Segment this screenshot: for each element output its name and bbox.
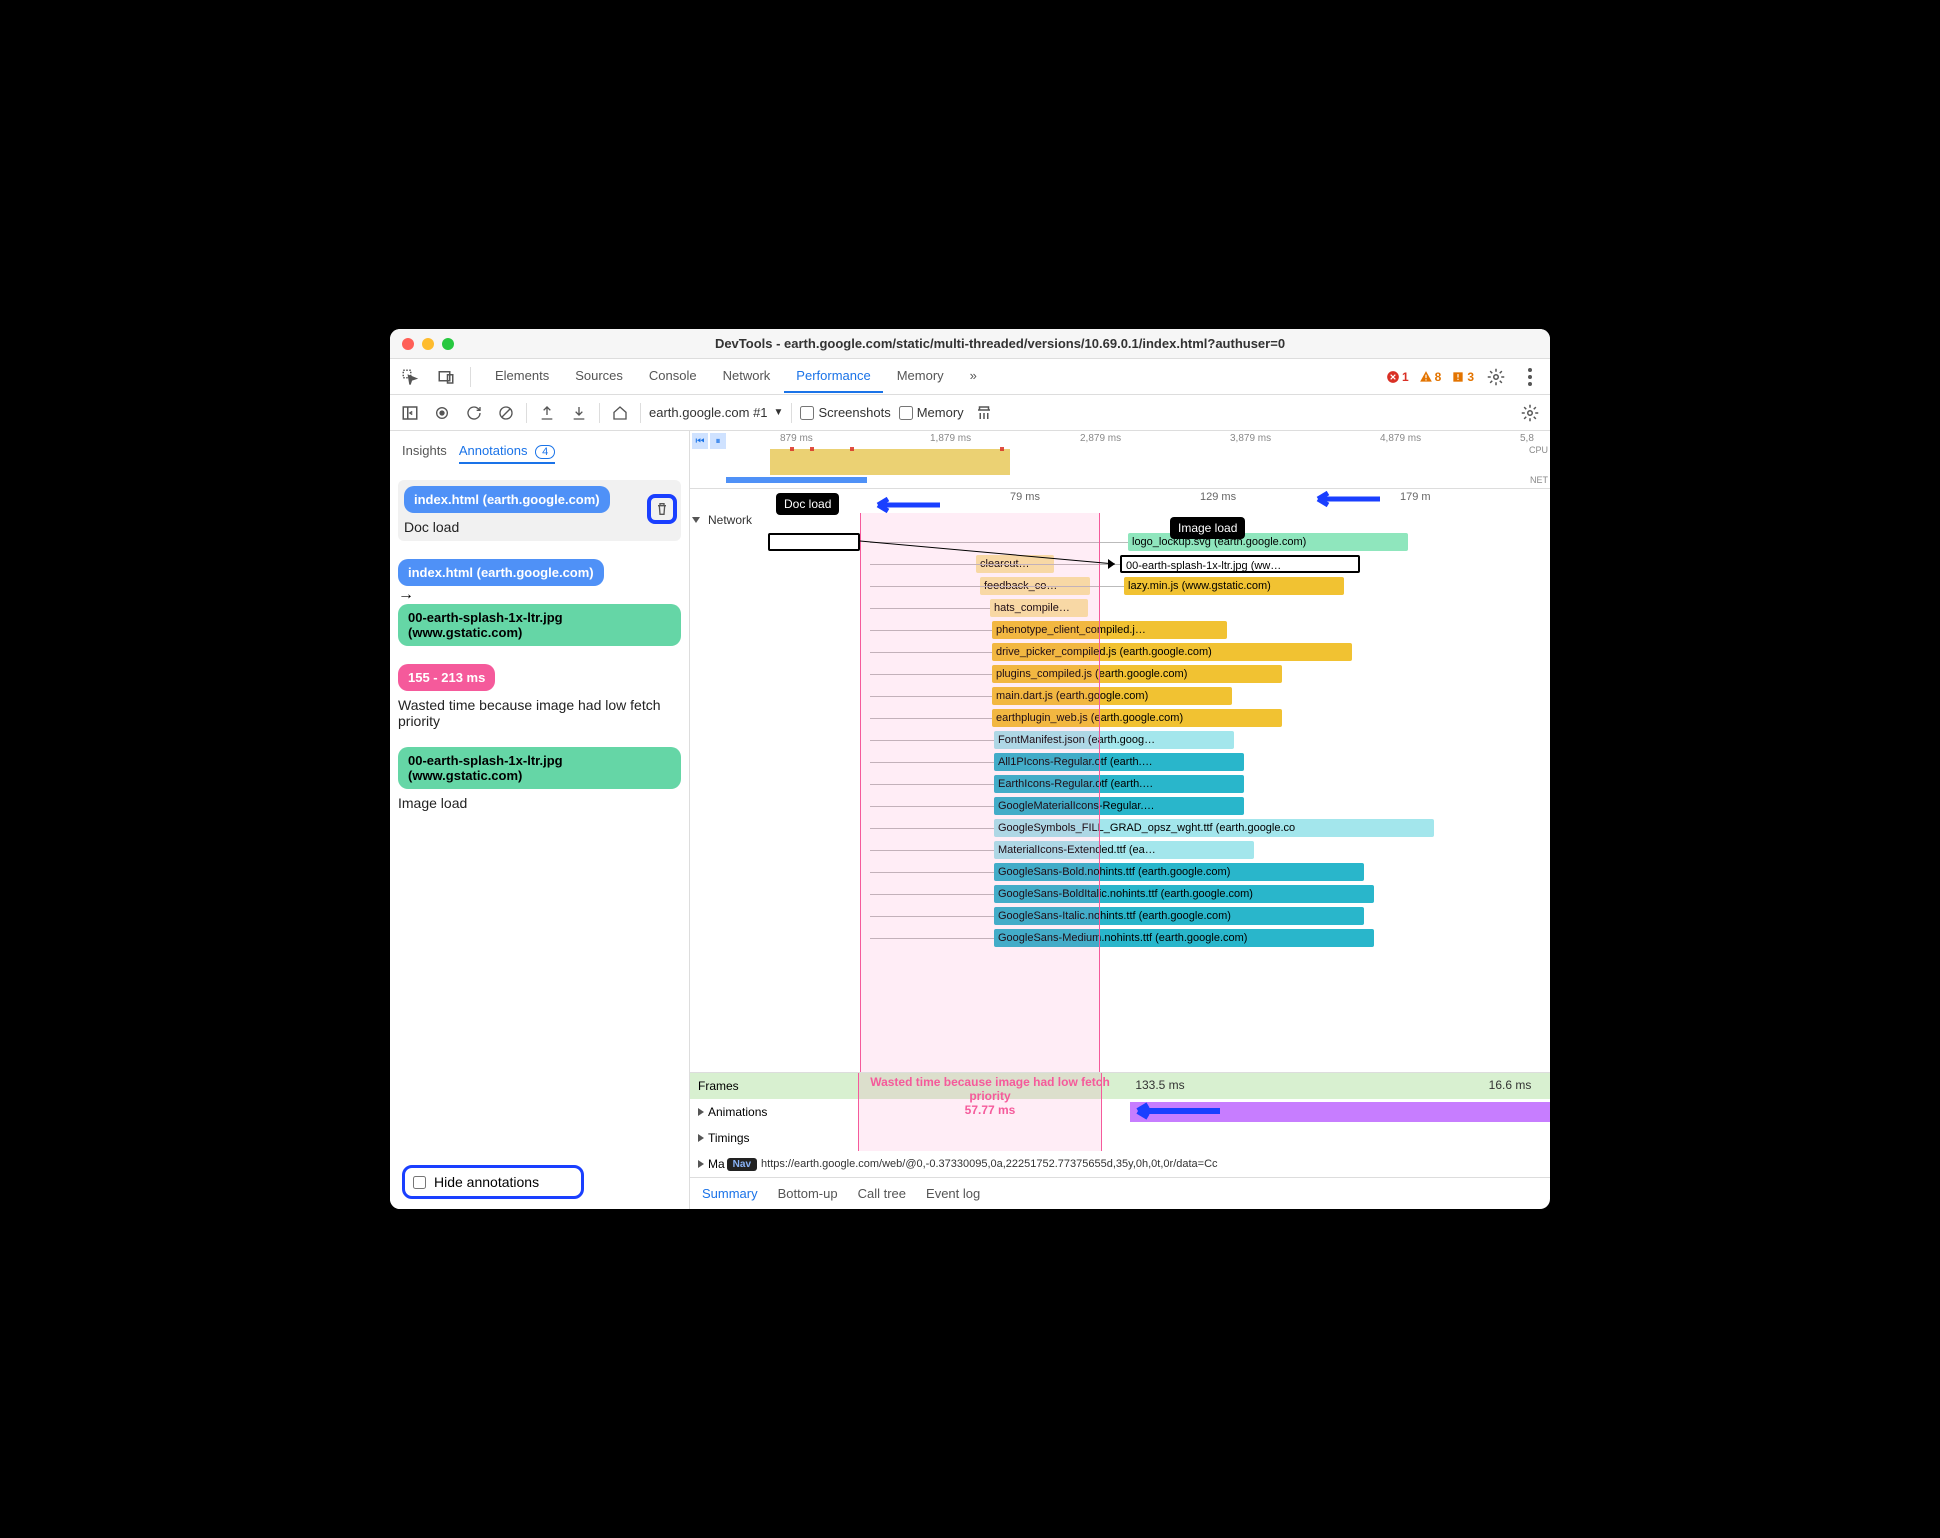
overview-pause-icon[interactable]: ⏸ bbox=[710, 433, 726, 449]
annotation-card[interactable]: index.html (earth.google.com) → 00-earth… bbox=[398, 559, 681, 646]
doc-load-tooltip: Doc load bbox=[776, 493, 839, 515]
record-button-icon[interactable] bbox=[430, 401, 454, 425]
overview-strip[interactable]: 879 ms 1,879 ms 2,879 ms 3,879 ms 4,879 … bbox=[690, 431, 1550, 489]
upload-icon[interactable] bbox=[535, 401, 559, 425]
overview-prev-icon[interactable]: ⏮ bbox=[692, 433, 708, 449]
tab-performance[interactable]: Performance bbox=[784, 360, 882, 393]
kebab-menu-icon[interactable] bbox=[1518, 365, 1542, 389]
panel-settings-icon[interactable] bbox=[1518, 401, 1542, 425]
close-window-button[interactable] bbox=[402, 338, 414, 350]
annotations-list: index.html (earth.google.com) Doc load i… bbox=[390, 472, 689, 1155]
annotation-card[interactable]: 155 - 213 ms Wasted time because image h… bbox=[398, 664, 681, 729]
sidebar-tab-annotations[interactable]: Annotations 4 bbox=[459, 439, 555, 464]
performance-toolbar: earth.google.com #1 ▼ Screenshots Memory bbox=[390, 395, 1550, 431]
titlebar: DevTools - earth.google.com/static/multi… bbox=[390, 329, 1550, 359]
details-tab-event-log[interactable]: Event log bbox=[926, 1186, 980, 1201]
network-request-bar[interactable]: index.htm… bbox=[768, 533, 860, 551]
animations-track[interactable]: Animations Wasted time because image had… bbox=[690, 1099, 1550, 1125]
timings-track[interactable]: Timings bbox=[690, 1125, 1550, 1151]
flame-chart-area[interactable]: 79 ms 129 ms 179 m Doc load Image load bbox=[690, 489, 1550, 1072]
download-icon[interactable] bbox=[567, 401, 591, 425]
tab-sources[interactable]: Sources bbox=[563, 360, 635, 393]
tab-elements[interactable]: Elements bbox=[483, 360, 561, 393]
nav-track[interactable]: Ma Nav https://earth.google.com/web/@0,-… bbox=[690, 1151, 1550, 1177]
hide-annotations-checkbox[interactable]: Hide annotations bbox=[413, 1174, 539, 1190]
panel-tabs-list: Elements Sources Console Network Perform… bbox=[483, 360, 989, 393]
tab-memory[interactable]: Memory bbox=[885, 360, 956, 393]
reload-icon[interactable] bbox=[462, 401, 486, 425]
overview-net-label: NET bbox=[1530, 475, 1548, 485]
warning-count-badge[interactable]: 8 bbox=[1419, 370, 1442, 384]
devtools-window: DevTools - earth.google.com/static/multi… bbox=[390, 329, 1550, 1209]
settings-gear-icon[interactable] bbox=[1484, 365, 1508, 389]
callout-arrow-icon bbox=[870, 495, 940, 515]
error-count-badge[interactable]: 1 bbox=[1386, 370, 1409, 384]
time-range-highlight bbox=[860, 513, 1100, 1072]
inspect-element-icon[interactable] bbox=[398, 365, 422, 389]
panel-tabs-row: Elements Sources Console Network Perform… bbox=[390, 359, 1550, 395]
window-title: DevTools - earth.google.com/static/multi… bbox=[462, 336, 1538, 351]
garbage-collect-icon[interactable] bbox=[972, 401, 996, 425]
bottom-tracks: Frames 133.5 ms 16.6 ms Animations Waste… bbox=[690, 1072, 1550, 1209]
details-tab-call-tree[interactable]: Call tree bbox=[858, 1186, 906, 1201]
hide-annotations-highlight: Hide annotations bbox=[402, 1165, 584, 1199]
frames-track[interactable]: Frames 133.5 ms 16.6 ms bbox=[690, 1073, 1550, 1099]
memory-checkbox[interactable]: Memory bbox=[899, 405, 964, 420]
details-tab-bottom-up[interactable]: Bottom-up bbox=[778, 1186, 838, 1201]
tab-network[interactable]: Network bbox=[711, 360, 783, 393]
issues-count-badge[interactable]: 3 bbox=[1451, 370, 1474, 384]
overview-cpu-label: CPU bbox=[1529, 445, 1548, 455]
details-tab-summary[interactable]: Summary bbox=[702, 1186, 758, 1201]
network-request-bar[interactable]: 00-earth-splash-1x-ltr.jpg (ww… bbox=[1120, 555, 1360, 573]
image-load-tooltip: Image load bbox=[1170, 517, 1245, 539]
annotation-card[interactable]: 00-earth-splash-1x-ltr.jpg (www.gstatic.… bbox=[398, 747, 681, 811]
details-tabs: Summary Bottom-up Call tree Event log bbox=[690, 1177, 1550, 1209]
annotation-card[interactable]: index.html (earth.google.com) Doc load bbox=[398, 480, 681, 541]
toggle-sidebar-icon[interactable] bbox=[398, 401, 422, 425]
minimize-window-button[interactable] bbox=[422, 338, 434, 350]
timeline-main: 879 ms 1,879 ms 2,879 ms 3,879 ms 4,879 … bbox=[690, 431, 1550, 1209]
clear-icon[interactable] bbox=[494, 401, 518, 425]
delete-annotation-button[interactable] bbox=[647, 494, 677, 524]
more-tabs-button[interactable]: » bbox=[958, 360, 989, 393]
sidebar: Insights Annotations 4 index.html (earth… bbox=[390, 431, 690, 1209]
home-icon[interactable] bbox=[608, 401, 632, 425]
device-toolbar-icon[interactable] bbox=[434, 365, 458, 389]
screenshots-checkbox[interactable]: Screenshots bbox=[800, 405, 890, 420]
network-request-bar[interactable]: lazy.min.js (www.gstatic.com) bbox=[1124, 577, 1344, 595]
maximize-window-button[interactable] bbox=[442, 338, 454, 350]
sidebar-tab-insights[interactable]: Insights bbox=[402, 439, 447, 464]
tab-console[interactable]: Console bbox=[637, 360, 709, 393]
callout-arrow-icon bbox=[1130, 1101, 1220, 1121]
callout-arrow-icon bbox=[1310, 489, 1380, 509]
traffic-lights bbox=[402, 338, 454, 350]
recording-select[interactable]: earth.google.com #1 ▼ bbox=[649, 405, 783, 420]
